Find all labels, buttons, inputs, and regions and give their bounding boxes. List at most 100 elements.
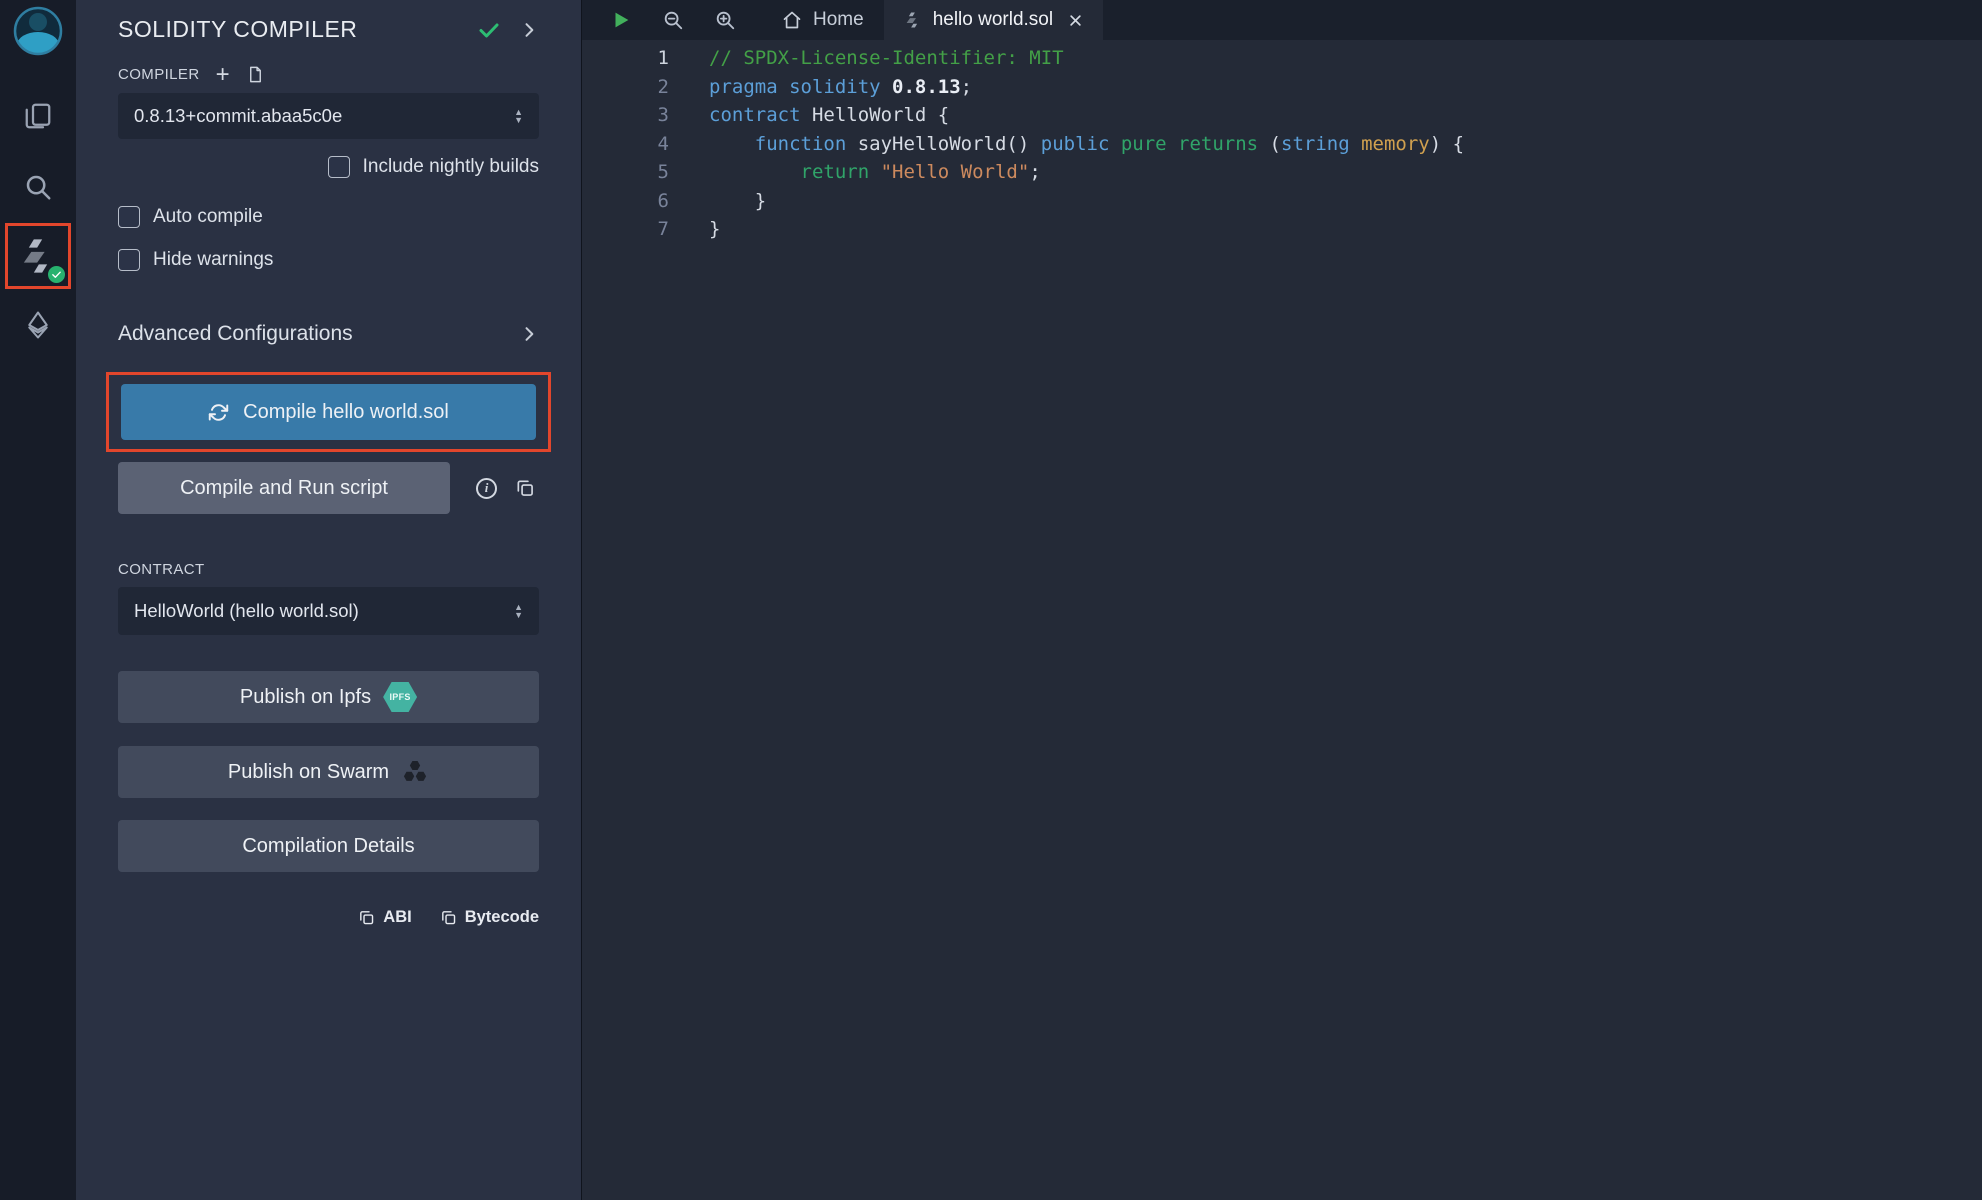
advanced-configurations[interactable]: Advanced Configurations [118,322,539,346]
code-token: memory [1361,133,1430,155]
compilation-details-label: Compilation Details [242,835,414,858]
info-icon[interactable]: i [476,478,497,499]
hide-warnings-checkbox[interactable] [118,249,140,271]
select-carets-icon: ▲▼ [514,603,523,619]
panel-title: SOLIDITY COMPILER [118,16,357,43]
nightly-builds-row: Include nightly builds [118,156,539,178]
code-token: HelloWorld { [812,104,949,126]
code-token: pragma solidity [709,76,892,98]
line-number: 7 [582,215,669,244]
editor-area: Home hello world.sol 1 // SPDX-License-I… [581,0,1982,1200]
bytecode-label: Bytecode [465,908,539,927]
code-token: sayHelloWorld() [858,133,1041,155]
code-line[interactable]: 6 } [582,187,1982,216]
chevron-right-icon [519,324,539,344]
code-token: function [755,133,858,155]
publish-ipfs-label: Publish on Ipfs [240,686,371,709]
compiler-version-select[interactable]: 0.8.13+commit.abaa5c0e ▲▼ [118,93,539,139]
refresh-icon [208,402,229,423]
run-script-icon[interactable] [610,9,632,31]
advanced-configurations-label: Advanced Configurations [118,322,353,346]
line-number: 3 [582,101,669,130]
chevron-right-icon[interactable] [519,20,539,40]
code-editor[interactable]: 1 // SPDX-License-Identifier: MIT 2 prag… [582,40,1982,1200]
file-icon[interactable] [246,65,265,84]
compile-run-label: Compile and Run script [180,477,388,500]
file-explorer-icon[interactable] [15,93,61,139]
solidity-file-icon [904,11,922,29]
code-line[interactable]: 5 return "Hello World"; [582,158,1982,187]
tab-bar: Home hello world.sol [582,0,1982,40]
copy-bytecode-button[interactable]: Bytecode [440,908,539,927]
code-token: } [709,218,720,240]
line-number: 4 [582,130,669,159]
line-number: 6 [582,187,669,216]
add-compiler-icon[interactable]: + [216,66,230,84]
contract-select[interactable]: HelloWorld (hello world.sol) ▲▼ [118,587,539,635]
auto-compile-checkbox[interactable] [118,206,140,228]
compile-button-label: Compile hello world.sol [243,401,449,424]
nightly-builds-checkbox[interactable] [328,156,350,178]
code-token: ; [961,76,972,98]
line-number: 5 [582,158,669,187]
tab-home-label: Home [813,9,864,31]
deploy-run-icon[interactable] [15,302,61,348]
publish-swarm-label: Publish on Swarm [228,761,389,784]
code-text: pragma solidity 0.8.13; [709,73,972,102]
compilation-details-button[interactable]: Compilation Details [118,820,539,872]
icon-sidebar [0,0,76,1200]
compile-run-button[interactable]: Compile and Run script [118,462,450,514]
publish-swarm-button[interactable]: Publish on Swarm [118,746,539,798]
remix-ide: SOLIDITY COMPILER COMPILER + 0.8.13+comm… [0,0,1982,1200]
code-text: return "Hello World"; [709,158,1041,187]
code-token [709,133,755,155]
zoom-in-icon[interactable] [714,9,736,31]
close-icon[interactable] [1068,13,1083,28]
code-token: ) { [1430,133,1464,155]
line-number: 1 [582,44,669,73]
code-line[interactable]: 3 contract HelloWorld { [582,101,1982,130]
compile-success-badge [46,264,67,285]
ipfs-icon: IPFS [383,682,417,712]
code-token: contract [709,104,812,126]
search-icon[interactable] [15,164,61,210]
nightly-builds-label: Include nightly builds [363,156,539,178]
code-token: returns [1178,133,1270,155]
code-token [709,161,801,183]
code-token: pure [1121,133,1178,155]
contract-label: CONTRACT [118,561,539,578]
code-text: contract HelloWorld { [709,101,949,130]
abi-bytecode-row: ABI Bytecode [118,908,539,927]
compiled-check-icon [477,18,501,42]
compile-highlight-box: Compile hello world.sol [106,372,551,452]
solidity-compiler-icon[interactable] [5,223,71,289]
code-line[interactable]: 4 function sayHelloWorld() public pure r… [582,130,1982,159]
code-line[interactable]: 1 // SPDX-License-Identifier: MIT [582,44,1982,73]
code-token: // SPDX-License-Identifier: MIT [709,47,1064,69]
remix-logo-icon[interactable] [12,5,64,57]
swarm-icon [401,759,429,785]
code-token: 0.8.13 [892,76,961,98]
code-token: } [709,190,766,212]
panel-header: SOLIDITY COMPILER [118,16,539,43]
tab-file-label: hello world.sol [933,9,1053,31]
auto-compile-row: Auto compile [118,206,539,228]
zoom-out-icon[interactable] [662,9,684,31]
compile-button[interactable]: Compile hello world.sol [121,384,536,440]
tab-hello-world-sol[interactable]: hello world.sol [884,0,1103,40]
code-line[interactable]: 7 } [582,215,1982,244]
select-carets-icon: ▲▼ [514,108,523,124]
copy-icon[interactable] [515,478,535,498]
code-text: } [709,187,766,216]
auto-compile-label: Auto compile [153,206,263,228]
contract-value: HelloWorld (hello world.sol) [134,600,359,622]
copy-abi-button[interactable]: ABI [358,908,411,927]
publish-ipfs-button[interactable]: Publish on Ipfs IPFS [118,671,539,723]
editor-toolbar [582,0,762,40]
code-token: ; [1029,161,1040,183]
tab-home[interactable]: Home [762,0,884,40]
code-line[interactable]: 2 pragma solidity 0.8.13; [582,73,1982,102]
code-token: ( [1270,133,1281,155]
hide-warnings-row: Hide warnings [118,249,539,271]
code-text: } [709,215,720,244]
